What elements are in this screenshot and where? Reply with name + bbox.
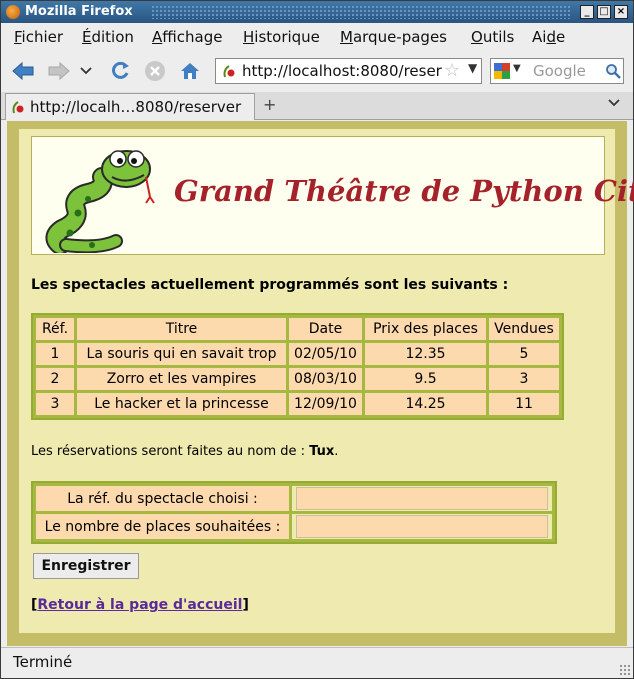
cell-titre: La souris qui en savait trop bbox=[77, 343, 286, 365]
cell-prix: 14.25 bbox=[365, 393, 486, 415]
form-row-ref: La réf. du spectacle choisi : bbox=[36, 486, 552, 511]
reservation-name-line: Les réservations seront faites au nom de… bbox=[31, 444, 338, 459]
navigation-bar: http://localhost:8080/reserver ☆ ▼ ▼ Goo… bbox=[1, 51, 633, 91]
tab-label: http://localh…8080/reserver bbox=[30, 98, 242, 116]
ref-label: La réf. du spectacle choisi : bbox=[36, 486, 289, 511]
reload-icon[interactable] bbox=[107, 59, 133, 83]
back-link-line: [Retour à la page d'accueil] bbox=[31, 597, 249, 613]
firefox-icon bbox=[6, 5, 20, 19]
ref-input[interactable] bbox=[296, 487, 548, 510]
bookmark-star-icon[interactable]: ☆ bbox=[444, 60, 460, 81]
cell-date: 02/05/10 bbox=[289, 343, 362, 365]
url-bar[interactable]: http://localhost:8080/reserver ☆ ▼ bbox=[215, 58, 482, 84]
back-arrow-icon[interactable] bbox=[10, 59, 36, 83]
cell-titre: Le hacker et la princesse bbox=[77, 393, 286, 415]
minimize-button[interactable]: _ bbox=[580, 5, 594, 19]
google-icon[interactable] bbox=[494, 63, 510, 79]
col-ref: Réf. bbox=[36, 318, 74, 340]
forward-arrow-icon[interactable] bbox=[46, 59, 72, 83]
cell-ref: 3 bbox=[36, 393, 74, 415]
back-home-link[interactable]: Retour à la page d'accueil bbox=[37, 597, 242, 613]
history-dropdown-icon[interactable] bbox=[77, 59, 95, 83]
cell-date: 08/03/10 bbox=[289, 368, 362, 390]
stop-icon[interactable] bbox=[142, 59, 168, 83]
status-bar: Terminé bbox=[1, 647, 633, 678]
status-text: Terminé bbox=[13, 653, 73, 671]
table-row: 3 Le hacker et la princesse 12/09/10 14.… bbox=[36, 393, 559, 415]
col-date: Date bbox=[289, 318, 362, 340]
table-header-row: Réf. Titre Date Prix des places Vendues bbox=[36, 318, 559, 340]
menu-fichier[interactable]: Fichier bbox=[14, 28, 63, 46]
resize-grip[interactable] bbox=[619, 664, 631, 676]
tab-bar: http://localh…8080/reserver + bbox=[1, 92, 633, 120]
cell-titre: Zorro et les vampires bbox=[77, 368, 286, 390]
form-row-places: Le nombre de places souhaitées : bbox=[36, 514, 552, 539]
col-vendues: Vendues bbox=[489, 318, 559, 340]
window-title: Mozilla Firefox bbox=[25, 4, 133, 19]
cell-date: 12/09/10 bbox=[289, 393, 362, 415]
tab-favicon-icon bbox=[12, 101, 24, 114]
search-engine-dropdown-icon[interactable]: ▼ bbox=[513, 63, 521, 74]
shows-intro: Les spectacles actuellement programmés s… bbox=[31, 277, 509, 293]
menu-historique[interactable]: Historique bbox=[243, 28, 320, 46]
page-viewport: Grand Théâtre de Python City Les spectac… bbox=[7, 121, 634, 646]
back-bracket-close: ] bbox=[242, 597, 249, 613]
new-tab-button[interactable]: + bbox=[263, 95, 276, 114]
search-icon[interactable] bbox=[605, 63, 621, 79]
search-bar[interactable]: ▼ Google bbox=[490, 58, 624, 84]
url-dropdown-icon[interactable]: ▼ bbox=[468, 61, 477, 75]
menu-bar: Fichier Édition Affichage Historique Mar… bbox=[1, 24, 633, 50]
menu-outils[interactable]: Outils bbox=[471, 28, 514, 46]
tab-list-chevron-icon[interactable] bbox=[608, 96, 620, 110]
python-snake-logo bbox=[45, 150, 155, 253]
menu-aide[interactable]: Aide bbox=[532, 28, 565, 46]
col-titre: Titre bbox=[77, 318, 286, 340]
table-row: 1 La souris qui en savait trop 02/05/10 … bbox=[36, 343, 559, 365]
home-icon[interactable] bbox=[177, 59, 203, 83]
places-input[interactable] bbox=[296, 515, 548, 538]
close-button[interactable]: × bbox=[614, 5, 628, 19]
site-favicon-icon bbox=[223, 65, 235, 78]
cell-ref: 2 bbox=[36, 368, 74, 390]
url-text: http://localhost:8080/reserver bbox=[242, 62, 442, 80]
ref-field-cell bbox=[292, 486, 552, 511]
cell-vendues: 5 bbox=[489, 343, 559, 365]
tab-reserver[interactable]: http://localh…8080/reserver bbox=[5, 93, 255, 120]
cell-prix: 12.35 bbox=[365, 343, 486, 365]
browser-window: Mozilla Firefox _ □ × Fichier Édition Af… bbox=[0, 0, 634, 679]
enregistrer-button[interactable]: Enregistrer bbox=[33, 553, 139, 579]
cell-prix: 9.5 bbox=[365, 368, 486, 390]
maximize-button[interactable]: □ bbox=[597, 5, 611, 19]
theatre-title: Grand Théâtre de Python City bbox=[174, 174, 634, 208]
table-row: 2 Zorro et les vampires 08/03/10 9.5 3 bbox=[36, 368, 559, 390]
cell-ref: 1 bbox=[36, 343, 74, 365]
col-prix: Prix des places bbox=[365, 318, 486, 340]
shows-table: Réf. Titre Date Prix des places Vendues … bbox=[31, 313, 564, 420]
places-field-cell bbox=[292, 514, 552, 539]
title-bar: Mozilla Firefox _ □ × bbox=[1, 1, 633, 23]
reservation-form: La réf. du spectacle choisi : Le nombre … bbox=[31, 481, 557, 544]
reservation-prefix: Les réservations seront faites au nom de… bbox=[31, 444, 310, 459]
cell-vendues: 11 bbox=[489, 393, 559, 415]
search-placeholder: Google bbox=[533, 62, 586, 80]
menu-edition[interactable]: Édition bbox=[82, 28, 134, 46]
reservation-name: Tux bbox=[309, 444, 335, 459]
reservation-suffix: . bbox=[334, 444, 339, 459]
title-bar-grip bbox=[151, 5, 571, 19]
header-banner: Grand Théâtre de Python City bbox=[31, 136, 634, 255]
menu-marque-pages[interactable]: Marque-pages bbox=[340, 28, 447, 46]
page-body: Grand Théâtre de Python City Les spectac… bbox=[19, 129, 634, 633]
cell-vendues: 3 bbox=[489, 368, 559, 390]
places-label: Le nombre de places souhaitées : bbox=[36, 514, 289, 539]
menu-affichage[interactable]: Affichage bbox=[152, 28, 222, 46]
